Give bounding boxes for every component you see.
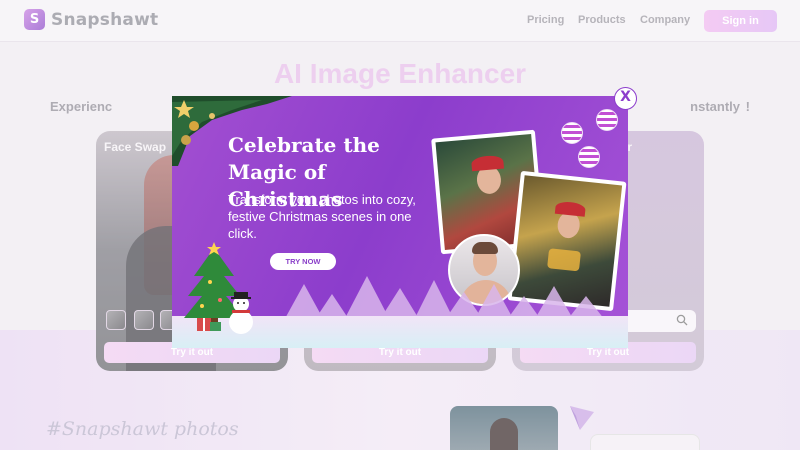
- ornament-icon: [596, 109, 618, 131]
- ornament-icon: [561, 122, 583, 144]
- christmas-promo-modal: Celebrate the Magic of Christmas Transfo…: [172, 96, 628, 348]
- snowman-icon: [229, 292, 253, 334]
- close-modal-button[interactable]: X: [614, 87, 637, 110]
- ornament-icon: [578, 146, 600, 168]
- promo-description: Transform your photos into cozy, festive…: [228, 192, 416, 241]
- gift-icon: [197, 318, 221, 331]
